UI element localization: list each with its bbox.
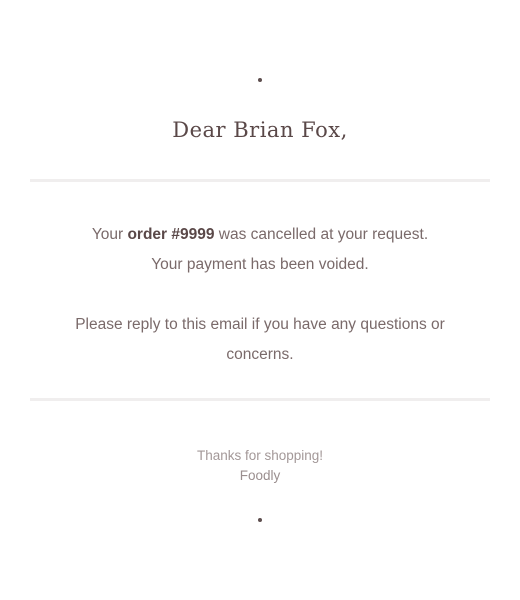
cancellation-line: Your order #9999 was cancelled at your r…: [60, 220, 460, 250]
top-dot-ornament: [258, 78, 262, 82]
greeting-heading: Dear Brian Fox,: [172, 118, 348, 142]
message-body: Your order #9999 was cancelled at your r…: [60, 220, 460, 370]
contact-line: Please reply to this email if you have a…: [75, 316, 445, 363]
cancellation-email: Dear Brian Fox, Your order #9999 was can…: [0, 0, 520, 600]
bottom-divider: [30, 398, 490, 401]
brand-name: Foodly: [239, 468, 281, 483]
thanks-text: Thanks for shopping!: [196, 448, 324, 463]
order-reference: order #9999: [127, 226, 215, 243]
cancellation-suffix: was cancelled at your request.: [214, 226, 429, 243]
top-divider: [30, 179, 490, 182]
bottom-dot-ornament: [258, 518, 262, 522]
payment-voided-line: Your payment has been voided.: [151, 256, 369, 273]
cancellation-prefix: Your: [91, 226, 128, 243]
footer: Thanks for shopping! Foodly: [0, 446, 520, 486]
